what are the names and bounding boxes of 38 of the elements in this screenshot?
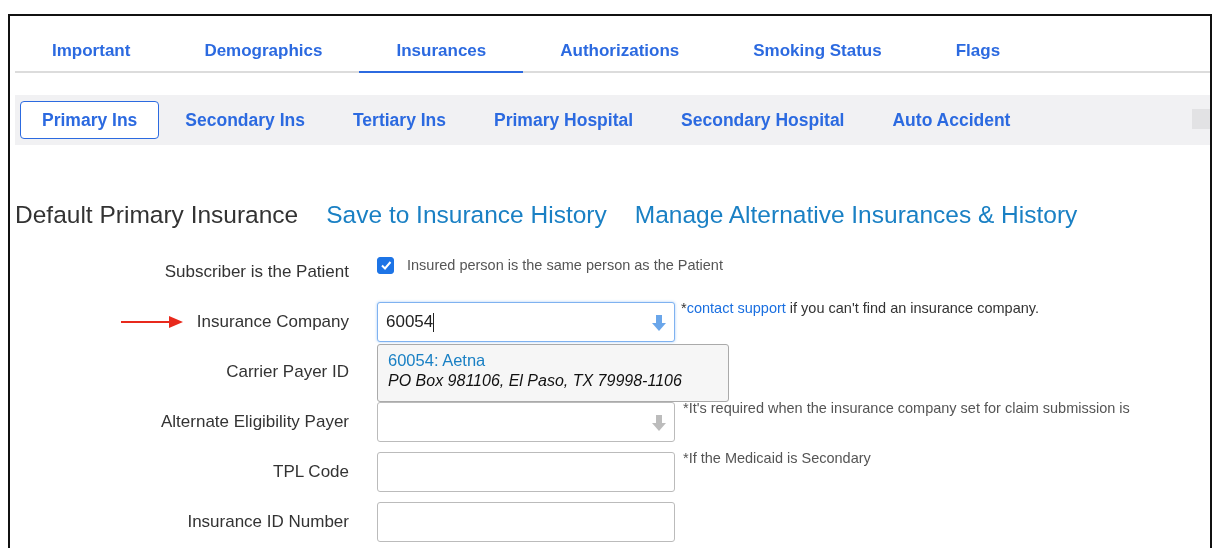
field-label: Insurance Company [196, 312, 349, 332]
heading-link[interactable]: Save to Insurance History [326, 201, 607, 229]
hint-text: *contact support if you can't find an insurance company. [681, 300, 1039, 316]
combo-field[interactable]: 60054 [377, 302, 675, 342]
tab[interactable]: Smoking Status [716, 30, 919, 73]
subtab[interactable]: Primary Ins [20, 101, 160, 139]
subtab[interactable]: Auto Accident [870, 101, 1033, 139]
text-field[interactable] [377, 502, 675, 542]
field-label: Carrier Payer ID [226, 362, 349, 382]
subtab[interactable]: Secondary Hospital [659, 101, 867, 139]
down-arrow-icon [651, 314, 667, 332]
combo-field[interactable] [377, 402, 675, 442]
tab[interactable]: Important [15, 30, 168, 73]
field-label: Subscriber is the Patient [164, 262, 349, 282]
down-arrow-icon [651, 414, 667, 432]
field-value: 60054 [386, 312, 434, 332]
support-link[interactable]: contact support [686, 300, 786, 316]
checkbox[interactable] [377, 256, 394, 274]
field-label: TPL Code [273, 462, 349, 482]
checkmark-icon [379, 259, 392, 271]
tab[interactable]: Flags [918, 30, 1038, 73]
suggestion-name[interactable]: 60054: Aetna [388, 351, 486, 370]
tab[interactable]: Insurances [359, 30, 524, 73]
tab[interactable]: Demographics [167, 30, 360, 73]
heading-link[interactable]: Manage Alternative Insurances & History [634, 201, 1078, 229]
section-title: Default Primary Insurance [15, 201, 299, 229]
subtab[interactable]: Secondary Ins [163, 101, 327, 139]
text-field[interactable] [377, 452, 675, 492]
subtab[interactable]: Primary Hospital [472, 101, 656, 139]
checkbox-label: Insured person is the same person as the Patient [407, 257, 723, 273]
subtab[interactable]: Tertiary Ins [330, 101, 468, 139]
suggestion-address: PO Box 981106, El Paso, TX 79998-1106 [388, 372, 682, 390]
tab[interactable]: Authorizations [523, 30, 717, 73]
field-label: Insurance ID Number [187, 512, 349, 532]
hint-text: *It's required when the insurance company set for claim submission is [683, 400, 1130, 416]
field-label: Alternate Eligibility Payer [160, 412, 349, 432]
hint-text: *If the Medicaid is Secondary [683, 450, 871, 466]
overflow-tab-stub [1192, 109, 1210, 129]
